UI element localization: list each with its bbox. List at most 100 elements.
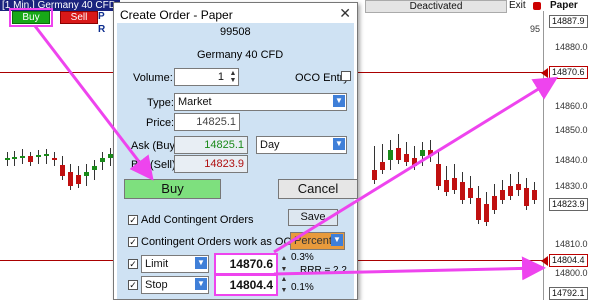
stop-type-value: Stop: [145, 279, 168, 291]
candle: [84, 164, 89, 186]
stop-marker-icon: [541, 256, 548, 266]
validity-value: Day: [260, 139, 280, 151]
candle: [516, 172, 521, 196]
instrument-name: Germany 40 CFD: [197, 49, 284, 61]
limit-checkbox[interactable]: ✓: [128, 259, 138, 269]
price-box-top: 14887.9: [549, 15, 588, 28]
volume-value: 1: [217, 71, 224, 83]
candle: [428, 140, 433, 162]
spin-down-icon[interactable]: ▼: [280, 287, 288, 294]
price-label: Price:: [146, 117, 175, 129]
price-box-bottom: 14792.1: [549, 287, 588, 300]
candle: [20, 149, 25, 164]
tick-label: 14830.0: [555, 181, 588, 191]
chevron-down-icon: ▼: [333, 95, 345, 107]
candle: [100, 152, 105, 170]
stop-checkbox[interactable]: ✓: [128, 280, 138, 290]
candle: [508, 174, 513, 200]
volume-label: Volume:: [133, 72, 173, 84]
candle: [452, 164, 457, 194]
dialog-body: 99508 Germany 40 CFD Volume: 1 ▲ ▼ OCO E…: [117, 23, 358, 299]
tick-label: 14880.0: [555, 42, 588, 52]
candle: [532, 182, 537, 204]
candle: [412, 146, 417, 170]
limit-type-value: Limit: [145, 258, 169, 270]
dialog-title: Create Order - Paper: [120, 8, 233, 22]
type-select[interactable]: Market ▼: [174, 93, 347, 111]
candle: [436, 152, 441, 190]
candle: [372, 146, 377, 184]
spin-down-icon[interactable]: ▼: [229, 77, 237, 84]
buy-button[interactable]: Buy: [124, 179, 221, 199]
oco-contingent-checkbox[interactable]: ✓: [128, 237, 138, 247]
candle: [492, 184, 497, 214]
paper-label: Paper: [550, 0, 578, 11]
tick-label: 14800.0: [555, 268, 588, 278]
candle: [44, 149, 49, 164]
candle: [60, 156, 65, 180]
candle: [12, 151, 17, 166]
close-icon[interactable]: ✕: [339, 5, 351, 22]
create-order-dialog[interactable]: Create Order - Paper ✕ 99508 Germany 40 …: [113, 2, 358, 300]
candle: [476, 186, 481, 224]
price-box-stop: 14804.4: [549, 254, 588, 267]
spin-down-icon[interactable]: ▼: [280, 266, 288, 273]
chevron-down-icon: ▼: [195, 278, 207, 290]
stop-price-field[interactable]: 14804.4: [214, 274, 278, 296]
spin-up-icon[interactable]: ▲: [280, 255, 288, 262]
chevron-down-icon: ▼: [333, 138, 345, 150]
candle: [68, 164, 73, 190]
candle: [468, 176, 473, 204]
candle: [5, 152, 10, 166]
candle: [28, 152, 33, 166]
limit-marker-icon: [541, 68, 548, 78]
candle: [36, 150, 41, 164]
oco-contingent-label: Contingent Orders work as OCO: [141, 236, 300, 248]
save-button[interactable]: Save: [288, 209, 338, 226]
volume-field[interactable]: 1 ▲ ▼: [174, 68, 239, 86]
candle: [380, 144, 385, 174]
tick-label: 14860.0: [555, 101, 588, 111]
percent-value: Percent: [294, 235, 332, 247]
stop-percent: 0.1%: [291, 282, 314, 293]
limit-price-field[interactable]: 14870.6: [214, 253, 278, 275]
chevron-down-icon: ▼: [331, 234, 343, 246]
spin-up-icon[interactable]: ▲: [229, 70, 237, 77]
tick-label: 14840.0: [555, 155, 588, 165]
limit-type-select[interactable]: Limit ▼: [141, 255, 209, 273]
spin-up-icon[interactable]: ▲: [280, 276, 288, 283]
candle: [460, 172, 465, 204]
tick-label: 14850.0: [555, 125, 588, 135]
price-box-last: 14823.9: [549, 198, 588, 211]
stop-type-select[interactable]: Stop ▼: [141, 276, 209, 294]
type-label: Type:: [147, 97, 174, 109]
rrr-value: RRR = 2.2: [300, 265, 347, 276]
candle: [524, 178, 529, 210]
price-field[interactable]: 14825.1: [174, 113, 240, 131]
percent-select[interactable]: Percent ▼: [290, 232, 345, 250]
candle: [484, 192, 489, 226]
price-box-limit: 14870.6: [549, 66, 588, 79]
candle: [388, 140, 393, 170]
candle: [444, 166, 449, 196]
type-value: Market: [178, 96, 212, 108]
oco-entry-checkbox[interactable]: [341, 71, 351, 81]
ask-value: 14825.1: [174, 136, 248, 154]
tick-label: 14810.0: [555, 239, 588, 249]
account-number: 99508: [220, 26, 251, 38]
add-contingent-checkbox[interactable]: ✓: [128, 215, 138, 225]
bid-value: 14823.9: [174, 155, 248, 173]
bid-label: Bid (Sell):: [131, 159, 179, 171]
candle: [396, 134, 401, 164]
cancel-button[interactable]: Cancel: [278, 179, 358, 199]
candle: [420, 142, 425, 166]
candle: [52, 152, 57, 166]
validity-select[interactable]: Day ▼: [256, 136, 347, 154]
candle: [92, 160, 97, 180]
candle: [404, 142, 409, 166]
candle: [76, 166, 81, 188]
limit-percent: 0.3%: [291, 252, 314, 263]
chevron-down-icon: ▼: [195, 257, 207, 269]
add-contingent-label: Add Contingent Orders: [141, 214, 254, 226]
candle: [500, 180, 505, 204]
